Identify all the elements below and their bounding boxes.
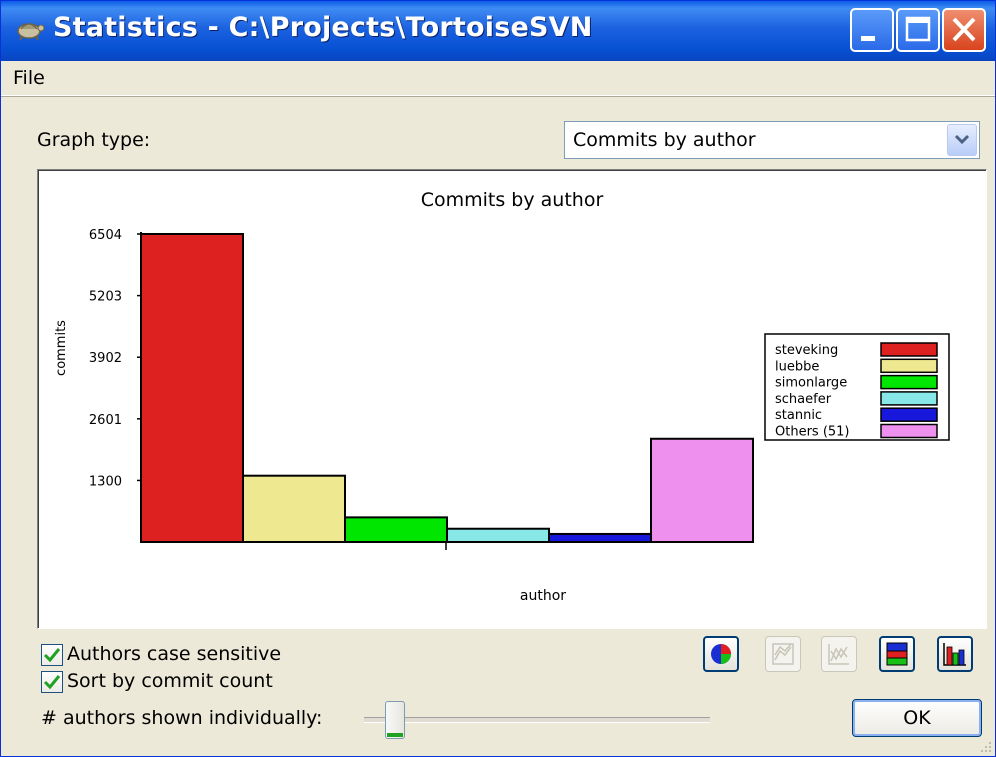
legend: stevekingluebbe simonlargeschaeferstannic…: [764, 333, 950, 441]
legend-label: stannic: [775, 408, 822, 423]
y-axis-label: commits: [54, 320, 69, 376]
legend-label: luebbe: [775, 359, 819, 374]
graph-type-value: Commits by author: [573, 129, 756, 151]
stacked-bar-button[interactable]: [879, 636, 915, 672]
checkmark-icon: [43, 675, 61, 690]
y-tick-label: 3902: [89, 351, 122, 366]
window-title: Statistics - C:\Projects\TortoiseSVN: [53, 12, 593, 43]
chart-canvas: Commits by author commits author 6504 520…: [54, 189, 950, 604]
title-bar[interactable]: Statistics - C:\Projects\TortoiseSVN: [1, 1, 995, 61]
y-ticks: 6504 5203 3902 2601 1300: [89, 228, 141, 489]
sort-by-count-label[interactable]: Sort by commit count: [67, 670, 273, 692]
ok-button[interactable]: OK: [852, 699, 982, 737]
minimize-button[interactable]: [850, 8, 894, 52]
authors-slider-track[interactable]: [364, 717, 710, 723]
legend-swatch: [880, 391, 938, 406]
graph-type-select[interactable]: Commits by author: [564, 121, 980, 159]
bar-schaefer[interactable]: [446, 527, 550, 544]
menu-file[interactable]: File: [13, 67, 45, 89]
sort-by-count-checkbox[interactable]: [41, 671, 63, 693]
checkmark-icon: [43, 648, 61, 663]
legend-label: schaefer: [775, 392, 832, 407]
maximize-button[interactable]: [896, 8, 940, 52]
legend-label: Others (51): [775, 425, 850, 440]
stacked-line-graph-icon: [828, 644, 849, 665]
menu-bar: File: [1, 61, 995, 96]
legend-label: simonlarge: [775, 376, 847, 391]
graph-type-label: Graph type:: [37, 129, 151, 151]
resize-grip-icon[interactable]: [978, 739, 992, 753]
y-tick-label: 2601: [89, 413, 122, 428]
line-graph-button[interactable]: [765, 636, 801, 672]
bar-series: [140, 233, 754, 544]
legend-swatch: [880, 423, 938, 439]
case-sensitive-checkbox[interactable]: [41, 644, 63, 666]
legend-swatch: [880, 374, 938, 390]
authors-slider-label: # authors shown individually:: [41, 707, 323, 729]
bar-steveking[interactable]: [140, 233, 244, 543]
close-button[interactable]: [942, 8, 986, 52]
stacked-line-graph-button[interactable]: [821, 636, 857, 672]
x-axis-label: author: [520, 588, 566, 604]
bar-simonlarge[interactable]: [344, 516, 448, 543]
chart-title: Commits by author: [421, 189, 604, 211]
bar-stannic[interactable]: [548, 532, 652, 543]
bar-chart-icon: [943, 643, 966, 666]
y-tick-label: 6504: [89, 228, 122, 243]
line-graph-icon: [772, 643, 794, 665]
minimize-icon: [861, 36, 875, 41]
bar-chart-button[interactable]: [937, 636, 973, 672]
pie-chart-icon: [711, 644, 731, 664]
legend-label: steveking: [775, 343, 838, 358]
close-icon: [952, 17, 976, 42]
statistics-window: Statistics - C:\Projects\TortoiseSVN Fil…: [0, 0, 996, 757]
authors-slider-thumb[interactable]: [385, 701, 406, 739]
chart-area: Commits by author commits author 6504 520…: [37, 169, 987, 629]
pie-chart-button[interactable]: [703, 636, 739, 672]
case-sensitive-label[interactable]: Authors case sensitive: [67, 643, 281, 665]
slider-thumb-accent: [387, 733, 404, 737]
chevron-down-icon: [954, 134, 970, 145]
y-tick-label: 1300: [89, 474, 122, 489]
tortoise-icon: [17, 23, 45, 41]
legend-swatch: [880, 407, 938, 422]
dropdown-button[interactable]: [947, 124, 977, 156]
bar-luebbe[interactable]: [242, 474, 346, 543]
legend-swatch: [880, 358, 938, 374]
y-tick-label: 5203: [89, 290, 122, 305]
maximize-icon: [905, 16, 931, 42]
legend-swatch: [880, 342, 938, 357]
stacked-bar-icon: [886, 642, 908, 666]
bar-others-51[interactable]: [650, 437, 754, 544]
